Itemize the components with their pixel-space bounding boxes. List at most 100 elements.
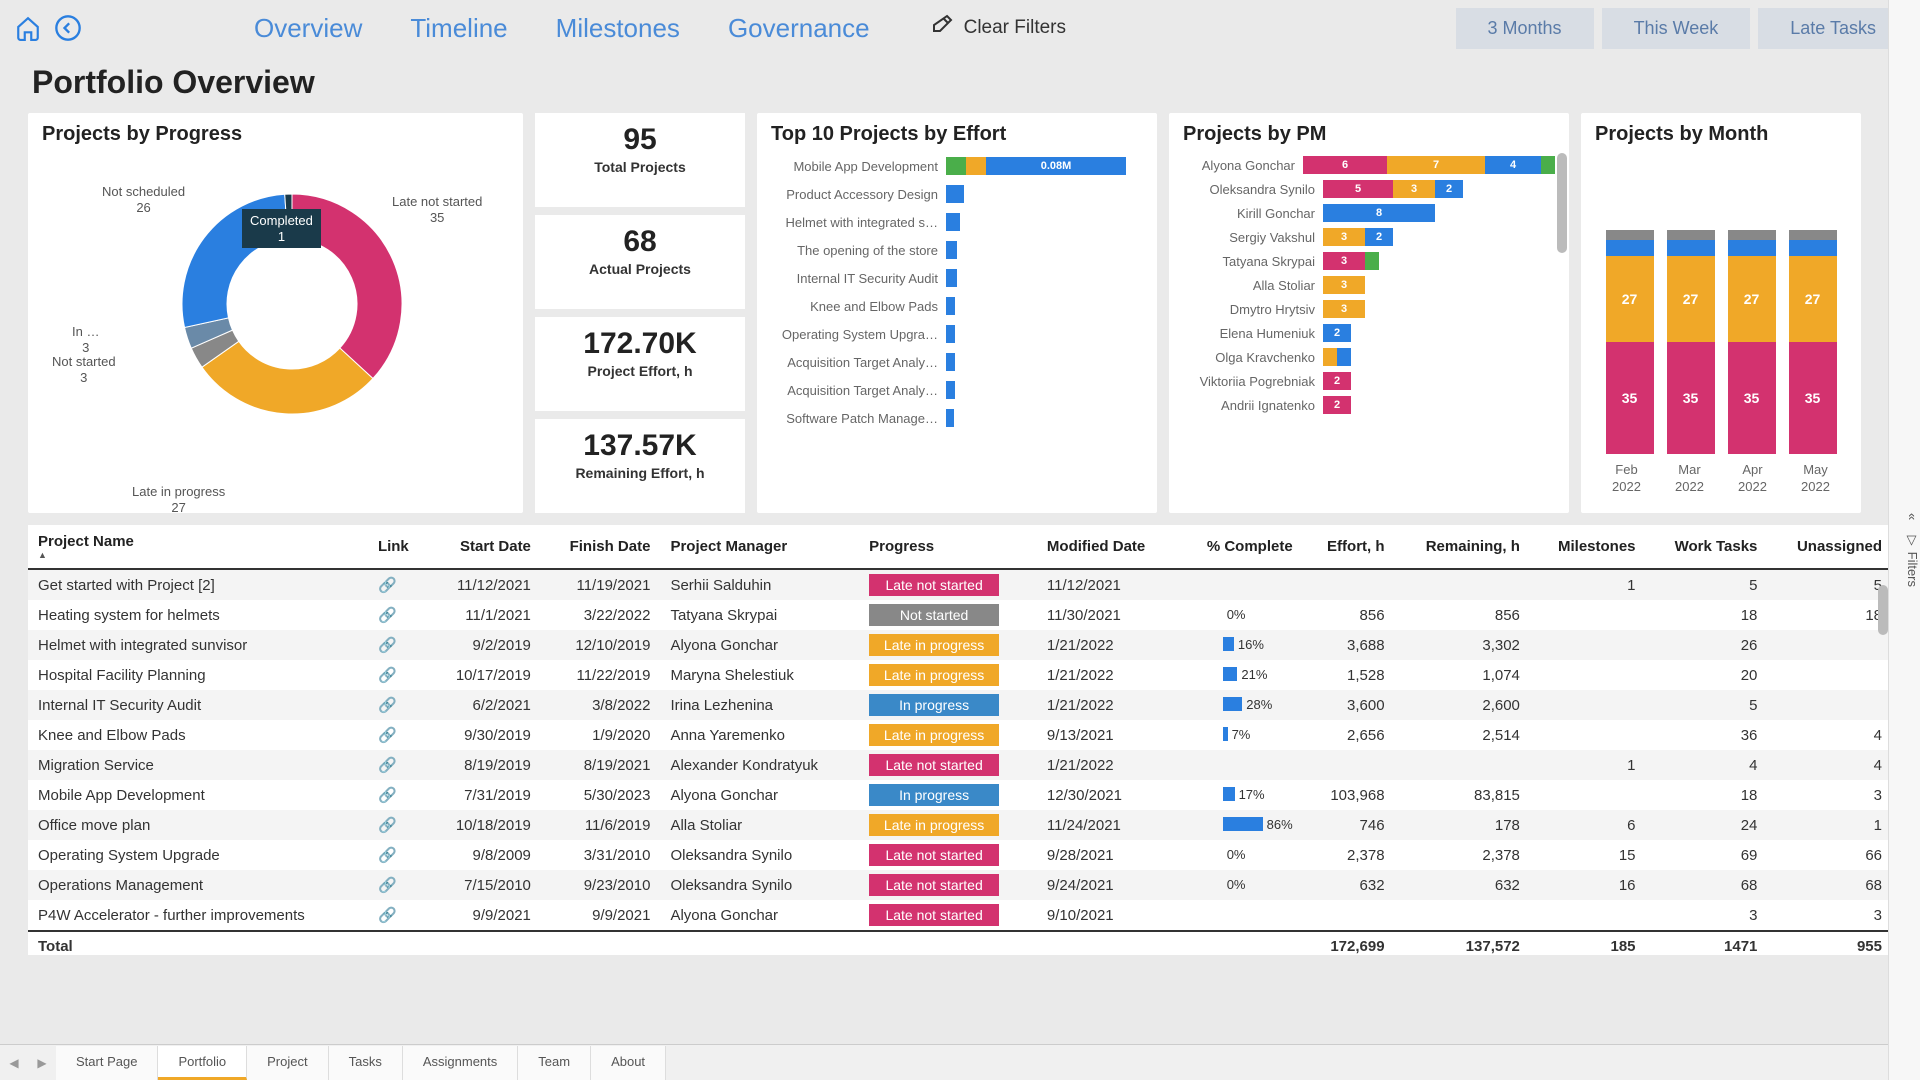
effort-chart[interactable]: Mobile App Development0.08M Product Acces… bbox=[771, 154, 1143, 430]
pm-bar-row[interactable]: Olga Kravchenko bbox=[1183, 346, 1555, 368]
cell-modified: 9/28/2021 bbox=[1037, 840, 1177, 870]
table-row[interactable]: Get started with Project [2] 🔗 11/12/202… bbox=[28, 569, 1892, 600]
link-icon[interactable]: 🔗 bbox=[378, 667, 397, 684]
month-chart[interactable]: 3527 3527 3527 3527 bbox=[1595, 154, 1847, 454]
link-icon[interactable]: 🔗 bbox=[378, 847, 397, 864]
effort-bar-row[interactable]: The opening of the store bbox=[771, 238, 1143, 262]
report-tab-project[interactable]: Project bbox=[247, 1046, 328, 1080]
tab-timeline[interactable]: Timeline bbox=[406, 5, 511, 52]
effort-bar-row[interactable]: Product Accessory Design bbox=[771, 182, 1143, 206]
table-row[interactable]: Knee and Elbow Pads 🔗 9/30/2019 1/9/2020… bbox=[28, 720, 1892, 750]
donut-chart[interactable]: Not scheduled26Completed1Late not starte… bbox=[42, 154, 509, 494]
home-icon[interactable] bbox=[12, 12, 44, 44]
col-header[interactable]: Start Date bbox=[428, 525, 541, 569]
effort-bar-row[interactable]: Software Patch Manage… bbox=[771, 406, 1143, 430]
link-icon[interactable]: 🔗 bbox=[378, 577, 397, 594]
effort-bar-row[interactable]: Helmet with integrated s… bbox=[771, 210, 1143, 234]
report-tab-tasks[interactable]: Tasks bbox=[329, 1046, 403, 1080]
tab-overview[interactable]: Overview bbox=[250, 5, 366, 52]
effort-bar-row[interactable]: Acquisition Target Analy… bbox=[771, 378, 1143, 402]
col-header[interactable]: Progress bbox=[859, 525, 1037, 569]
cell-modified: 11/24/2021 bbox=[1037, 810, 1177, 840]
col-header[interactable]: Effort, h bbox=[1303, 525, 1395, 569]
month-bar[interactable]: 3527 bbox=[1789, 230, 1837, 454]
kpi-1[interactable]: 68Actual Projects bbox=[535, 215, 745, 309]
pm-chart[interactable]: Alyona Gonchar674Oleksandra Synilo532Kir… bbox=[1183, 154, 1555, 416]
col-header[interactable]: Work Tasks bbox=[1646, 525, 1768, 569]
link-icon[interactable]: 🔗 bbox=[378, 817, 397, 834]
pm-bar-row[interactable]: Elena Humeniuk2 bbox=[1183, 322, 1555, 344]
table-scrollbar[interactable] bbox=[1878, 585, 1888, 635]
month-bar[interactable]: 3527 bbox=[1728, 230, 1776, 454]
table-row[interactable]: Mobile App Development 🔗 7/31/2019 5/30/… bbox=[28, 780, 1892, 810]
effort-bar-row[interactable]: Internal IT Security Audit bbox=[771, 266, 1143, 290]
month-bar[interactable]: 3527 bbox=[1606, 230, 1654, 454]
report-tab-team[interactable]: Team bbox=[518, 1046, 591, 1080]
pm-bar-row[interactable]: Alla Stoliar3 bbox=[1183, 274, 1555, 296]
link-icon[interactable]: 🔗 bbox=[378, 637, 397, 654]
tab-nav-next[interactable]: ▶ bbox=[28, 1056, 56, 1070]
table-row[interactable]: Heating system for helmets 🔗 11/1/2021 3… bbox=[28, 600, 1892, 630]
pm-bar-row[interactable]: Dmytro Hrytsiv3 bbox=[1183, 298, 1555, 320]
kpi-2[interactable]: 172.70KProject Effort, h bbox=[535, 317, 745, 411]
col-header[interactable]: Project Manager bbox=[660, 525, 859, 569]
report-tab-about[interactable]: About bbox=[591, 1046, 666, 1080]
tab-milestones[interactable]: Milestones bbox=[552, 5, 684, 52]
projects-table[interactable]: Project Name▲LinkStart DateFinish DatePr… bbox=[28, 525, 1892, 955]
col-header[interactable]: Milestones bbox=[1530, 525, 1646, 569]
link-icon[interactable]: 🔗 bbox=[378, 787, 397, 804]
table-row[interactable]: Internal IT Security Audit 🔗 6/2/2021 3/… bbox=[28, 690, 1892, 720]
filter-latetasks[interactable]: Late Tasks bbox=[1758, 8, 1908, 49]
pm-bar-row[interactable]: Sergiy Vakshul32 bbox=[1183, 226, 1555, 248]
filter-3months[interactable]: 3 Months bbox=[1456, 8, 1594, 49]
cell-pm: Alyona Gonchar bbox=[660, 780, 859, 810]
cell-pct: 7% bbox=[1177, 720, 1302, 750]
month-bar[interactable]: 3527 bbox=[1667, 230, 1715, 454]
col-header[interactable]: Finish Date bbox=[541, 525, 661, 569]
col-header[interactable]: % Complete bbox=[1177, 525, 1302, 569]
table-row[interactable]: Helmet with integrated sunvisor 🔗 9/2/20… bbox=[28, 630, 1892, 660]
report-tab-start-page[interactable]: Start Page bbox=[56, 1046, 158, 1080]
table-row[interactable]: Hospital Facility Planning 🔗 10/17/2019 … bbox=[28, 660, 1892, 690]
link-icon[interactable]: 🔗 bbox=[378, 697, 397, 714]
filter-thisweek[interactable]: This Week bbox=[1602, 8, 1751, 49]
table-row[interactable]: Migration Service 🔗 8/19/2019 8/19/2021 … bbox=[28, 750, 1892, 780]
link-icon[interactable]: 🔗 bbox=[378, 607, 397, 624]
clear-filters-button[interactable]: Clear Filters bbox=[930, 13, 1066, 43]
tab-governance[interactable]: Governance bbox=[724, 5, 874, 52]
effort-bar-row[interactable]: Knee and Elbow Pads bbox=[771, 294, 1143, 318]
pm-bar-row[interactable]: Alyona Gonchar674 bbox=[1183, 154, 1555, 176]
filters-pane-toggle[interactable]: « ▽ Filters bbox=[1888, 0, 1920, 1080]
col-header[interactable]: Remaining, h bbox=[1395, 525, 1530, 569]
effort-bar-row[interactable]: Acquisition Target Analy… bbox=[771, 350, 1143, 374]
pm-scrollbar[interactable] bbox=[1557, 153, 1567, 253]
kpi-0[interactable]: 95Total Projects bbox=[535, 113, 745, 207]
table-row[interactable]: Office move plan 🔗 10/18/2019 11/6/2019 … bbox=[28, 810, 1892, 840]
link-icon[interactable]: 🔗 bbox=[378, 757, 397, 774]
effort-bar-row[interactable]: Mobile App Development0.08M bbox=[771, 154, 1143, 178]
back-icon[interactable] bbox=[52, 12, 84, 44]
link-icon[interactable]: 🔗 bbox=[378, 877, 397, 894]
pm-bar-row[interactable]: Viktoriia Pogrebniak2 bbox=[1183, 370, 1555, 392]
col-header[interactable]: Link bbox=[368, 525, 428, 569]
report-tab-assignments[interactable]: Assignments bbox=[403, 1046, 518, 1080]
report-tab-portfolio[interactable]: Portfolio bbox=[158, 1046, 247, 1080]
col-header[interactable]: Modified Date bbox=[1037, 525, 1177, 569]
progress-badge: In progress bbox=[869, 694, 999, 716]
effort-label: Internal IT Security Audit bbox=[771, 271, 946, 286]
link-icon[interactable]: 🔗 bbox=[378, 907, 397, 924]
table-row[interactable]: Operations Management 🔗 7/15/2010 9/23/2… bbox=[28, 870, 1892, 900]
cell-start: 11/12/2021 bbox=[428, 569, 541, 600]
link-icon[interactable]: 🔗 bbox=[378, 727, 397, 744]
col-header[interactable]: Unassigned bbox=[1767, 525, 1892, 569]
pm-bar-row[interactable]: Kirill Gonchar8 bbox=[1183, 202, 1555, 224]
pm-bar-row[interactable]: Tatyana Skrypai3 bbox=[1183, 250, 1555, 272]
pm-bar-row[interactable]: Andrii Ignatenko2 bbox=[1183, 394, 1555, 416]
kpi-3[interactable]: 137.57KRemaining Effort, h bbox=[535, 419, 745, 513]
table-row[interactable]: Operating System Upgrade 🔗 9/8/2009 3/31… bbox=[28, 840, 1892, 870]
table-row[interactable]: P4W Accelerator - further improvements 🔗… bbox=[28, 900, 1892, 931]
col-header[interactable]: Project Name▲ bbox=[28, 525, 368, 569]
effort-bar-row[interactable]: Operating System Upgra… bbox=[771, 322, 1143, 346]
pm-bar-row[interactable]: Oleksandra Synilo532 bbox=[1183, 178, 1555, 200]
tab-nav-prev[interactable]: ◀ bbox=[0, 1056, 28, 1070]
